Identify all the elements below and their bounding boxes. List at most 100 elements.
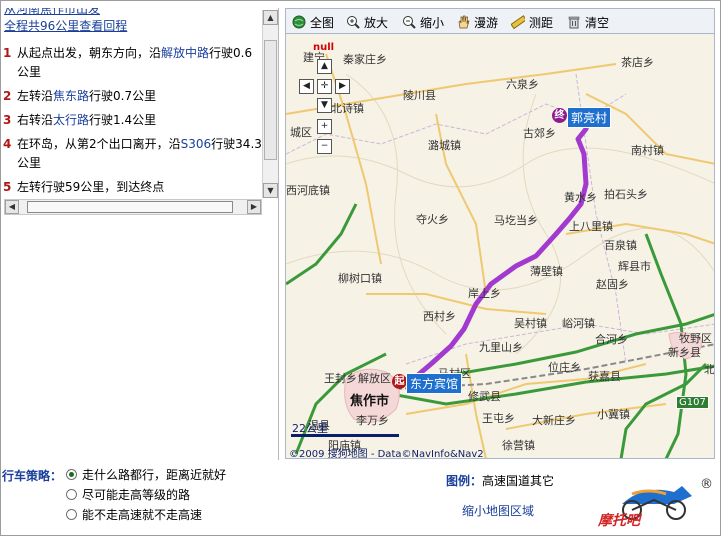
place-label: 北 bbox=[704, 363, 715, 376]
map-canvas[interactable]: 建宁 秦家庄乡 茶店乡 北诗镇 陵川县 六泉乡 潞城镇 古郊乡 南村镇 西河底镇… bbox=[285, 34, 715, 459]
place-label: 茶店乡 bbox=[621, 56, 654, 69]
full-view-label: 全图 bbox=[310, 15, 335, 30]
route-step: 5 左转行驶59公里，到达终点 bbox=[1, 178, 263, 197]
start-label[interactable]: 东方宾馆 bbox=[406, 373, 463, 394]
place-label: 解放区 bbox=[358, 372, 391, 385]
scroll-left-arrow-icon[interactable]: ◀ bbox=[5, 200, 19, 214]
step-number: 3 bbox=[3, 113, 12, 127]
zoom-out-label: 缩小 bbox=[420, 15, 445, 30]
scroll-thumb[interactable] bbox=[264, 40, 277, 160]
clear-label: 清空 bbox=[585, 15, 610, 30]
place-label: 获嘉县 bbox=[588, 370, 621, 383]
zoom-plus-icon[interactable]: + bbox=[317, 119, 332, 134]
start-marker[interactable]: 起 bbox=[392, 374, 407, 389]
end-label[interactable]: 郭亮村 bbox=[567, 107, 612, 128]
full-view-button[interactable]: 全图 bbox=[292, 13, 334, 31]
place-label: 九里山乡 bbox=[479, 341, 523, 354]
site-logo: ® 摩托吧 bbox=[598, 474, 716, 535]
route-steps: 1 从起点出发，朝东方向，沿解放中路行驶0.6公里 2 左转沿焦东路行驶0.7公… bbox=[1, 44, 263, 198]
zoom-in-button[interactable]: 放大 bbox=[346, 13, 388, 31]
zoom-in-label: 放大 bbox=[364, 15, 389, 30]
strategy-option-label: 能不走高速就不走高速 bbox=[82, 508, 203, 522]
step-number: 1 bbox=[3, 46, 12, 60]
place-label: 李万乡 bbox=[356, 414, 389, 427]
zoom-in-icon bbox=[346, 15, 360, 29]
place-label: 秦家庄乡 bbox=[343, 53, 387, 66]
scroll-down-arrow-icon[interactable]: ▼ bbox=[263, 183, 278, 198]
step-road-link[interactable]: S306 bbox=[181, 137, 212, 151]
route-list: 从河南焦作市出发 全程共96公里查看回程 1 从起点出发，朝东方向，沿解放中路行… bbox=[1, 8, 278, 198]
road-shield-g107: G107 bbox=[676, 396, 709, 409]
ruler-icon bbox=[510, 15, 527, 30]
copyright-data-link[interactable]: Data©NavInfo&Nav2 bbox=[378, 449, 484, 458]
place-label: 黄水乡 bbox=[564, 191, 597, 204]
city-label: 焦作市 bbox=[350, 394, 390, 409]
step-text: 左转沿 bbox=[17, 89, 54, 103]
trash-icon bbox=[567, 15, 581, 29]
strategy-option-highgrade[interactable]: 尽可能走高等级的路 bbox=[66, 486, 190, 503]
step-text: 左转行驶59公里，到达终点 bbox=[17, 180, 165, 194]
place-label: 百泉镇 bbox=[604, 239, 637, 252]
hscroll-thumb[interactable] bbox=[27, 201, 233, 213]
route-step: 3 右转沿太行路行驶1.4公里 bbox=[1, 111, 263, 130]
map-null-text: null bbox=[313, 42, 335, 53]
pan-south-icon[interactable]: ▼ bbox=[317, 98, 332, 113]
zoom-out-button[interactable]: 缩小 bbox=[402, 13, 444, 31]
scroll-up-arrow-icon[interactable]: ▲ bbox=[263, 10, 278, 25]
place-label: 王屯乡 bbox=[482, 412, 515, 425]
place-label: 辉县市 bbox=[618, 260, 651, 273]
pan-west-icon[interactable]: ◀ bbox=[299, 79, 314, 94]
place-label: 六泉乡 bbox=[506, 78, 539, 91]
place-label: 西河底镇 bbox=[286, 184, 330, 197]
place-label: 南村镇 bbox=[631, 144, 664, 157]
place-label: 北诗镇 bbox=[331, 102, 364, 115]
legend-items: 高速国道其它 bbox=[482, 474, 555, 488]
place-label: 小冀镇 bbox=[597, 408, 630, 421]
pan-center-icon[interactable]: ✛ bbox=[317, 79, 332, 94]
radio-selected-icon[interactable] bbox=[66, 469, 77, 480]
measure-button[interactable]: 测距 bbox=[510, 13, 554, 31]
step-number: 4 bbox=[3, 137, 12, 151]
step-text: 右转沿 bbox=[17, 113, 54, 127]
scroll-right-arrow-icon[interactable]: ▶ bbox=[247, 200, 261, 214]
radio-icon[interactable] bbox=[66, 509, 77, 520]
copyright-sogou-link[interactable]: ©2009 搜狗地图 bbox=[289, 449, 368, 458]
route-summary-link[interactable]: 全程共96公里查看回程 bbox=[4, 17, 127, 34]
route-step: 2 左转沿焦东路行驶0.7公里 bbox=[1, 87, 263, 106]
step-road-link[interactable]: 太行路 bbox=[53, 113, 89, 127]
strategy-option-avoid-highway[interactable]: 能不走高速就不走高速 bbox=[66, 506, 202, 523]
horizontal-scrollbar[interactable]: ◀ ▶ bbox=[4, 199, 262, 215]
clear-button[interactable]: 清空 bbox=[567, 13, 609, 31]
place-label: 陵川县 bbox=[403, 89, 436, 102]
hand-icon bbox=[456, 15, 470, 29]
step-number: 5 bbox=[3, 180, 12, 194]
pan-north-icon[interactable]: ▲ bbox=[317, 59, 332, 74]
pan-button[interactable]: 漫游 bbox=[456, 13, 498, 31]
route-step: 4 在环岛，从第2个出口离开，沿S306行驶34.3公里 bbox=[1, 135, 263, 173]
place-label: 潞城镇 bbox=[428, 139, 461, 152]
step-road-link[interactable]: 焦东路 bbox=[53, 89, 89, 103]
zoom-out-icon bbox=[402, 15, 416, 29]
place-label: 上八里镇 bbox=[569, 220, 613, 233]
svg-text:®: ® bbox=[700, 477, 713, 492]
place-label: 古郊乡 bbox=[523, 127, 556, 140]
scale-bar bbox=[291, 434, 399, 437]
pan-east-icon[interactable]: ▶ bbox=[335, 79, 350, 94]
radio-icon[interactable] bbox=[66, 489, 77, 500]
copyright: ©2009 搜狗地图 - Data©NavInfo&Nav2 bbox=[289, 449, 484, 459]
place-label: 拍石头乡 bbox=[604, 188, 648, 201]
legend-title: 图例： bbox=[446, 474, 483, 488]
place-label: 合河乡 bbox=[595, 333, 628, 346]
zoom-minus-icon[interactable]: − bbox=[317, 139, 332, 154]
strategy-option-label: 走什么路都行，距离近就好 bbox=[82, 468, 227, 482]
place-label: 岸上乡 bbox=[468, 287, 501, 300]
place-label: 徐营镇 bbox=[502, 439, 535, 452]
step-road-link[interactable]: 解放中路 bbox=[161, 46, 209, 60]
end-marker[interactable]: 终 bbox=[552, 108, 567, 123]
measure-label: 测距 bbox=[529, 15, 554, 30]
strategy-option-shortest[interactable]: 走什么路都行，距离近就好 bbox=[66, 466, 226, 483]
logo-text: 摩托吧 bbox=[598, 513, 640, 529]
place-label: 峪河镇 bbox=[562, 317, 595, 330]
mini-map-link[interactable]: 缩小地图区域 bbox=[462, 502, 534, 519]
vertical-scrollbar[interactable]: ▲ ▼ bbox=[262, 10, 278, 198]
